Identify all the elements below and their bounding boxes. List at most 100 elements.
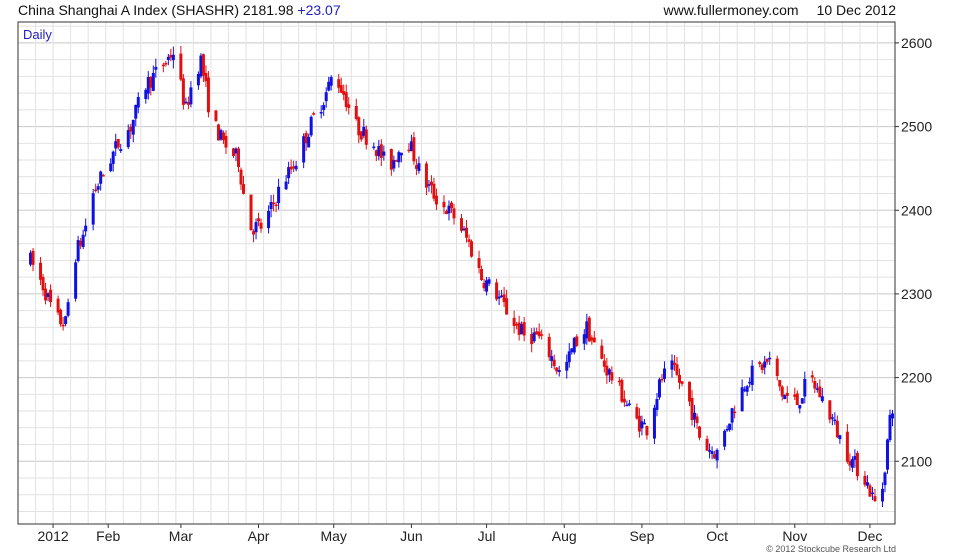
ohlc-body: [810, 375, 814, 378]
ohlc-body: [565, 361, 569, 371]
ohlc-body: [470, 241, 474, 257]
ohlc-body: [131, 119, 135, 135]
ohlc-body: [424, 163, 428, 188]
ohlc-body: [888, 414, 892, 440]
ohlc-body: [119, 149, 123, 151]
ohlc-body: [660, 378, 664, 381]
ohlc-body: [730, 408, 734, 423]
ohlc-body: [873, 496, 877, 502]
ohlc-body: [487, 279, 491, 284]
ohlc-body: [620, 379, 624, 402]
ohlc-body: [64, 316, 68, 325]
ohlc-body: [272, 202, 276, 204]
ohlc-body: [214, 110, 218, 121]
ohlc-body: [758, 362, 762, 365]
ohlc-body: [592, 337, 596, 343]
ohlc-body: [480, 268, 484, 280]
ohlc-body: [171, 54, 175, 61]
x-tick-label: Oct: [706, 528, 728, 544]
ohlc-body: [49, 289, 53, 303]
ohlc-body: [151, 72, 155, 91]
y-tick-label: 2100: [901, 453, 932, 469]
ohlc-body: [99, 171, 103, 184]
ohlc-body: [449, 202, 453, 209]
ohlc-body: [442, 201, 446, 208]
y-tick-label: 2300: [901, 286, 932, 302]
ohlc-body: [347, 104, 351, 108]
ohlc-body: [710, 451, 714, 454]
ohlc-body: [136, 97, 140, 108]
ohlc-body: [557, 370, 561, 372]
ohlc-body: [798, 405, 802, 409]
ohlc-body: [161, 64, 165, 67]
ohlc-body: [540, 334, 544, 336]
ohlc-body: [41, 277, 45, 291]
ohlc-body: [705, 438, 709, 451]
ohlc-body: [838, 435, 842, 440]
ohlc-body: [267, 210, 271, 229]
ohlc-body: [201, 54, 205, 76]
ohlc-body: [94, 189, 98, 192]
ohlc-body: [830, 417, 834, 419]
ohlc-body: [662, 368, 666, 379]
x-tick-label: Jun: [400, 528, 423, 544]
ohlc-body: [567, 351, 571, 363]
ohlc-body: [81, 234, 85, 248]
ohlc-body: [880, 488, 884, 502]
ohlc-body: [257, 218, 261, 222]
x-tick-label: Mar: [169, 528, 193, 544]
ohlc-body: [522, 322, 526, 336]
ohlc-body: [675, 364, 679, 375]
ohlc-body: [655, 399, 659, 410]
ohlc-body: [319, 112, 323, 114]
ohlc-body: [372, 146, 376, 149]
ohlc-body: [179, 53, 183, 80]
ohlc-body: [803, 379, 807, 397]
ohlc-body: [600, 345, 604, 359]
x-tick-label: Jul: [478, 528, 496, 544]
ohlc-body: [274, 204, 278, 207]
ohlc-body: [575, 336, 579, 346]
y-tick-label: 2400: [901, 202, 932, 218]
ohlc-body: [715, 449, 719, 461]
ohlc-body: [154, 66, 158, 70]
ohlc-body: [610, 372, 614, 381]
ohlc-body: [670, 360, 674, 370]
ohlc-body: [800, 398, 804, 404]
ohlc-body: [434, 195, 438, 205]
ohlc-body: [723, 430, 727, 447]
period-label: Daily: [23, 27, 52, 42]
ohlc-body: [109, 163, 113, 172]
ohlc-chart: 2100 2200 2300 2400 2500 2600 2012 Feb Mar Apr Ma…: [17, 21, 932, 544]
ohlc-body: [505, 298, 509, 315]
ohlc-body: [111, 151, 115, 164]
x-tick-label: May: [320, 528, 346, 544]
ohlc-body: [780, 386, 784, 397]
ohlc-body: [96, 186, 100, 190]
ohlc-body: [465, 227, 469, 238]
ohlc-body: [627, 403, 631, 406]
ohlc-body: [101, 175, 105, 177]
ohlc-body: [775, 358, 779, 376]
ohlc-body: [728, 423, 732, 430]
ohlc-body: [890, 413, 894, 419]
ohlc-body: [885, 439, 889, 470]
ohlc-body: [189, 87, 193, 105]
x-tick-label: Feb: [96, 528, 120, 544]
ohlc-body: [206, 77, 210, 113]
ohlc-body: [870, 492, 874, 495]
ohlc-body: [249, 194, 253, 231]
ohlc-body: [309, 116, 313, 136]
x-tick-label: Dec: [857, 528, 882, 544]
y-tick-label: 2500: [901, 119, 932, 135]
ohlc-body: [763, 361, 767, 368]
ohlc-body: [277, 186, 281, 204]
x-tick-label: 2012: [38, 528, 69, 544]
ohlc-body: [828, 400, 832, 420]
ohlc-body: [116, 138, 120, 148]
ohlc-body: [66, 302, 70, 316]
ohlc-body: [237, 148, 241, 168]
y-tick-label: 2200: [901, 370, 932, 386]
ohlc-body: [84, 225, 88, 232]
ohlc-body: [31, 250, 35, 265]
